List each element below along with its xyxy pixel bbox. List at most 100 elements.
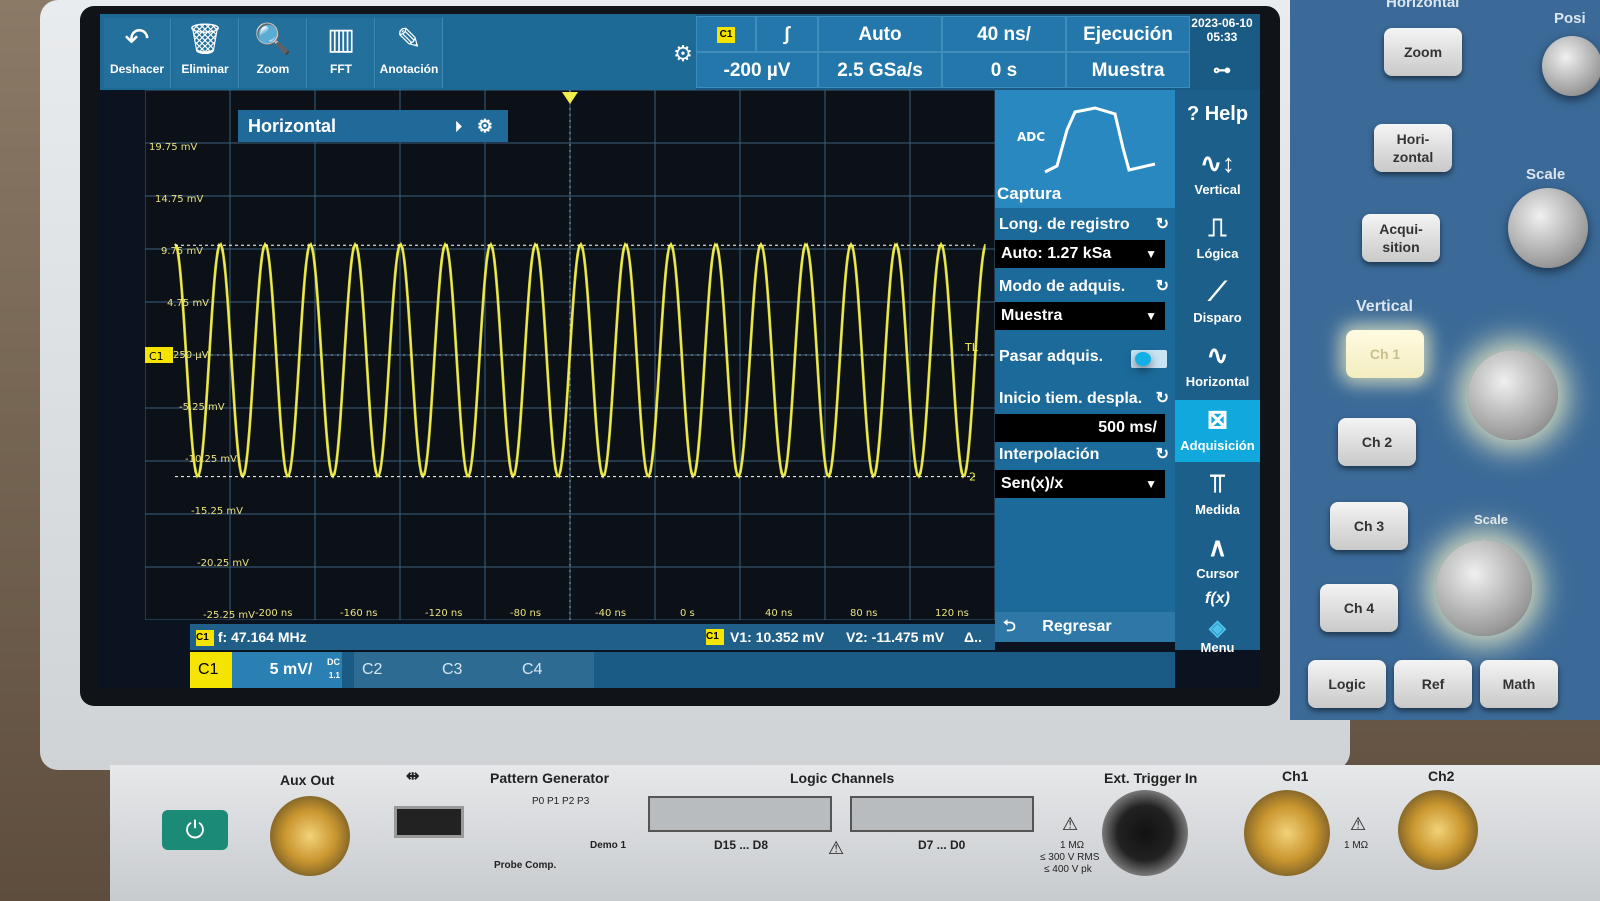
trigger-slope[interactable]: ∫ — [756, 16, 818, 52]
roll-start-input[interactable]: 500 ms/ — [995, 414, 1165, 442]
x-tick-label: 80 ns — [850, 608, 877, 619]
record-length-row: Long. de registro ↻ — [999, 214, 1169, 234]
ch4-hw-button[interactable]: Ch 4 — [1320, 584, 1398, 632]
ch1-input-connector[interactable] — [1244, 790, 1330, 876]
acquisition-icon: ⊠ — [1206, 404, 1229, 434]
y-tick-label: 14.75 mV — [155, 194, 204, 205]
x-tick-label: 0 s — [680, 608, 695, 619]
record-length-dropdown[interactable]: Auto: 1.27 kSa ▼ — [995, 240, 1165, 268]
reset-icon[interactable]: ↻ — [1156, 276, 1169, 296]
usb-icon: ⇹ — [406, 768, 420, 785]
horizontal-scale-knob[interactable] — [1508, 188, 1588, 268]
chevron-down-icon: ▼ — [1145, 309, 1157, 323]
section-title: Captura — [997, 184, 1062, 203]
c1-scale[interactable]: 5 mV/ DC 1.1 — [232, 652, 342, 688]
nav-cursor[interactable]: ∧ Cursor — [1175, 528, 1260, 590]
channel-c2-tab[interactable]: C2 — [354, 652, 434, 688]
back-button[interactable]: ⮌ Regresar — [995, 612, 1175, 642]
status-bar: C1 ∫ Auto 40 ns/ Ejecución -200 µV 2.5 G… — [696, 14, 1260, 90]
trigger-mode[interactable]: Auto — [818, 16, 942, 52]
channel-bar: C1 5 mV/ DC 1.1 C2 C3 C4 — [190, 652, 1175, 688]
ext-trigger-connector[interactable] — [1102, 790, 1188, 876]
menu-icon: ◈ — [1209, 615, 1226, 640]
trigger-icon: ⟋ — [1208, 276, 1227, 306]
frequency-readout: f: 47.164 MHz — [217, 629, 307, 645]
nav-menu[interactable]: ◈ Menu — [1175, 616, 1260, 656]
acq-mode-dropdown[interactable]: Muestra ▼ — [995, 302, 1165, 330]
chevron-down-icon: ▼ — [1145, 247, 1157, 261]
channel-c3-tab[interactable]: C3 — [434, 652, 514, 688]
v2-readout: V2: -11.475 mV — [846, 629, 945, 645]
logic-hw-button[interactable]: Logic — [1308, 660, 1386, 708]
channel-c4-tab[interactable]: C4 — [514, 652, 594, 688]
ch3-hw-button[interactable]: Ch 3 — [1330, 502, 1408, 550]
x-tick-label: 40 ns — [765, 608, 792, 619]
pass-acq-toggle[interactable] — [1131, 350, 1167, 368]
x-tick-label: -40 ns — [595, 608, 626, 619]
waveform-display[interactable]: 19.75 mV 14.75 mV 9.75 mV 4.75 mV 250 µV -5.2… — [145, 90, 995, 620]
usb-port[interactable] — [394, 806, 464, 838]
nav-help[interactable]: ? Help — [1175, 90, 1260, 142]
network-icon[interactable]: ⊶ — [1190, 52, 1254, 88]
trigger-level[interactable]: -200 µV — [696, 52, 818, 88]
acquisition-hw-button[interactable]: Acqui- sition — [1362, 214, 1440, 262]
nav-vertical[interactable]: ∿↕ Vertical — [1175, 144, 1260, 206]
settings-gear-icon[interactable]: ⚙ — [470, 110, 500, 142]
pass-acq-row: Pasar adquis. — [995, 346, 1175, 374]
nav-trigger[interactable]: ⟋ Disparo — [1175, 272, 1260, 334]
fft-button[interactable]: ▥ FFT — [308, 18, 375, 88]
pencil-icon: ✎ — [396, 22, 422, 57]
sample-rate[interactable]: 2.5 GSa/s — [818, 52, 942, 88]
reset-icon[interactable]: ↻ — [1156, 444, 1169, 464]
y-tick-label: -15.25 mV — [191, 506, 243, 517]
horizontal-icon: ∿ — [1206, 340, 1229, 370]
horizontal-position-knob[interactable] — [1542, 36, 1600, 96]
settings-gear-icon[interactable]: ⚙ — [670, 42, 696, 68]
cursor-marker-label: 2 — [969, 471, 976, 484]
vertical-position-knob[interactable] — [1468, 350, 1558, 440]
nav-acquisition[interactable]: ⊠ Adquisición — [1175, 400, 1260, 462]
ref-hw-button[interactable]: Ref — [1394, 660, 1472, 708]
logic-connector-high[interactable] — [648, 796, 832, 832]
y-tick-label: 19.75 mV — [149, 142, 198, 153]
warning-icon: ⚠ — [1062, 814, 1079, 834]
vertical-scale-knob[interactable] — [1436, 540, 1532, 636]
measure-icon: ⫪ — [1210, 468, 1225, 498]
horizontal-quick-tab[interactable]: Horizontal ⏵ ⚙ — [238, 110, 508, 142]
horizontal-hw-button[interactable]: Hori- zontal — [1374, 124, 1452, 172]
zoom-hw-button[interactable]: Zoom — [1384, 28, 1462, 76]
nav-measure[interactable]: ⫪ Medida — [1175, 464, 1260, 526]
logic-connector-low[interactable] — [850, 796, 1034, 832]
delete-button[interactable]: 🗑 Eliminar — [172, 18, 239, 88]
nav-function[interactable]: f(x) — [1175, 590, 1260, 616]
nav-logic[interactable]: ⎍ Lógica — [1175, 208, 1260, 270]
time-offset[interactable]: 0 s — [942, 52, 1066, 88]
reset-icon[interactable]: ↻ — [1156, 214, 1169, 234]
undo-button[interactable]: ↶ Deshacer — [104, 18, 171, 88]
acq-mode-readout[interactable]: Muestra — [1066, 52, 1190, 88]
aux-out-connector[interactable] — [270, 796, 350, 876]
power-icon: ⏻ — [185, 816, 205, 844]
measurement-bar: C1 f: 47.164 MHz C1 V1: 10.352 mV V2: -1… — [190, 624, 995, 650]
zoom-button[interactable]: 🔍 Zoom — [240, 18, 307, 88]
nav-horizontal[interactable]: ∿ Horizontal — [1175, 336, 1260, 398]
channel-c1-tab[interactable]: C1 — [190, 652, 232, 688]
interpolation-dropdown[interactable]: Sen(x)/x ▼ — [995, 470, 1165, 498]
play-arrow-icon[interactable]: ⏵ — [455, 110, 462, 142]
y-tick-label: 9.75 mV — [161, 246, 203, 257]
ch1-hw-button[interactable]: Ch 1 — [1346, 330, 1424, 378]
ch2-input-connector[interactable] — [1398, 790, 1478, 870]
trigger-source[interactable]: C1 — [696, 16, 756, 52]
warning-icon: ⚠ — [1350, 814, 1367, 834]
zoom-icon: 🔍 — [254, 22, 292, 57]
run-state[interactable]: Ejecución — [1066, 16, 1190, 52]
power-button[interactable]: ⏻ — [162, 810, 228, 850]
math-hw-button[interactable]: Math — [1480, 660, 1558, 708]
ch2-hw-button[interactable]: Ch 2 — [1338, 418, 1416, 466]
acquisition-panel: ADC Captura Long. de registro ↻ Auto: 1.… — [995, 90, 1175, 620]
timebase-readout[interactable]: 40 ns/ — [942, 16, 1066, 52]
date-time: 2023-06-10 05:33 — [1190, 16, 1254, 52]
x-tick-label: -120 ns — [425, 608, 462, 619]
reset-icon[interactable]: ↻ — [1156, 388, 1169, 408]
annotation-button[interactable]: ✎ Anotación — [376, 18, 443, 88]
